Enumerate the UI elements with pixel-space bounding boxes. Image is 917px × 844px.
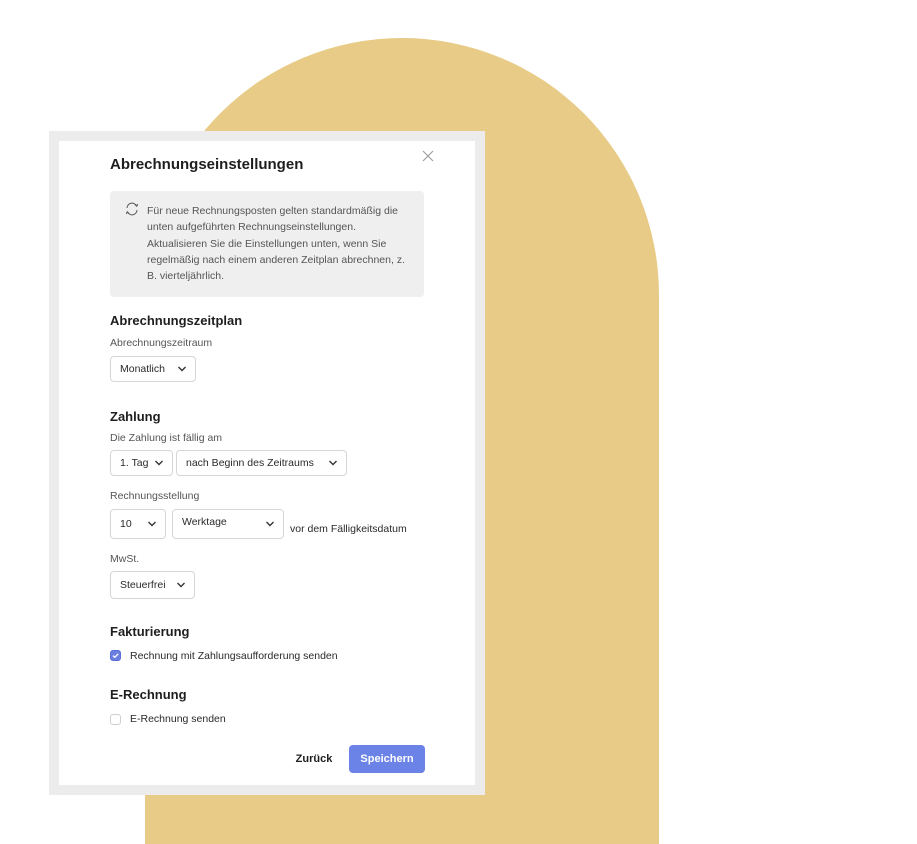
info-text: Für neue Rechnungsposten gelten standard… (147, 205, 405, 283)
section-heading-billing: Fakturierung (110, 624, 190, 639)
einvoice-checkbox[interactable] (110, 714, 121, 725)
due-day-select-value: 1. Tag (120, 457, 149, 469)
invoicing-count-select[interactable]: 10 (110, 509, 166, 539)
billing-checkbox-label[interactable]: Rechnung mit Zahlungsaufforderung senden (130, 650, 338, 662)
vat-label: MwSt. (110, 553, 140, 565)
vat-select[interactable]: Steuerfrei (110, 571, 195, 599)
billing-checkbox[interactable] (110, 650, 121, 661)
invoicing-unit-select[interactable]: Werktage (172, 509, 284, 539)
chevron-down-icon (148, 521, 156, 527)
due-day-select[interactable]: 1. Tag (110, 450, 173, 476)
invoicing-count-select-value: 10 (120, 518, 132, 530)
period-select[interactable]: Monatlich (110, 356, 196, 382)
save-button[interactable]: Speichern (349, 745, 425, 773)
period-select-value: Monatlich (120, 363, 165, 375)
invoicing-suffix: vor dem Fälligkeitsdatum (290, 523, 407, 535)
due-relative-select[interactable]: nach Beginn des Zeitraums (176, 450, 347, 476)
back-button[interactable]: Zurück (290, 746, 338, 772)
einvoice-checkbox-label[interactable]: E-Rechnung senden (130, 713, 226, 725)
chevron-down-icon (178, 366, 186, 372)
section-heading-schedule: Abrechnungszeitplan (110, 313, 243, 328)
checkmark-icon (112, 653, 119, 659)
refresh-icon (125, 202, 139, 216)
section-heading-payment: Zahlung (110, 409, 161, 424)
chevron-down-icon (177, 582, 185, 588)
section-heading-einvoice: E-Rechnung (110, 687, 187, 702)
chevron-down-icon (329, 460, 337, 466)
vat-select-value: Steuerfrei (120, 579, 166, 591)
dialog-title: Abrechnungseinstellungen (110, 156, 304, 173)
chevron-down-icon (155, 460, 163, 466)
period-label: Abrechnungszeitraum (110, 337, 213, 349)
invoicing-label: Rechnungsstellung (110, 490, 200, 502)
invoicing-unit-select-value: Werktage (182, 516, 227, 528)
close-icon[interactable] (420, 148, 436, 164)
chevron-down-icon (266, 521, 274, 527)
due-relative-select-value: nach Beginn des Zeitraums (186, 457, 314, 469)
due-label: Die Zahlung ist fällig am (110, 432, 223, 444)
